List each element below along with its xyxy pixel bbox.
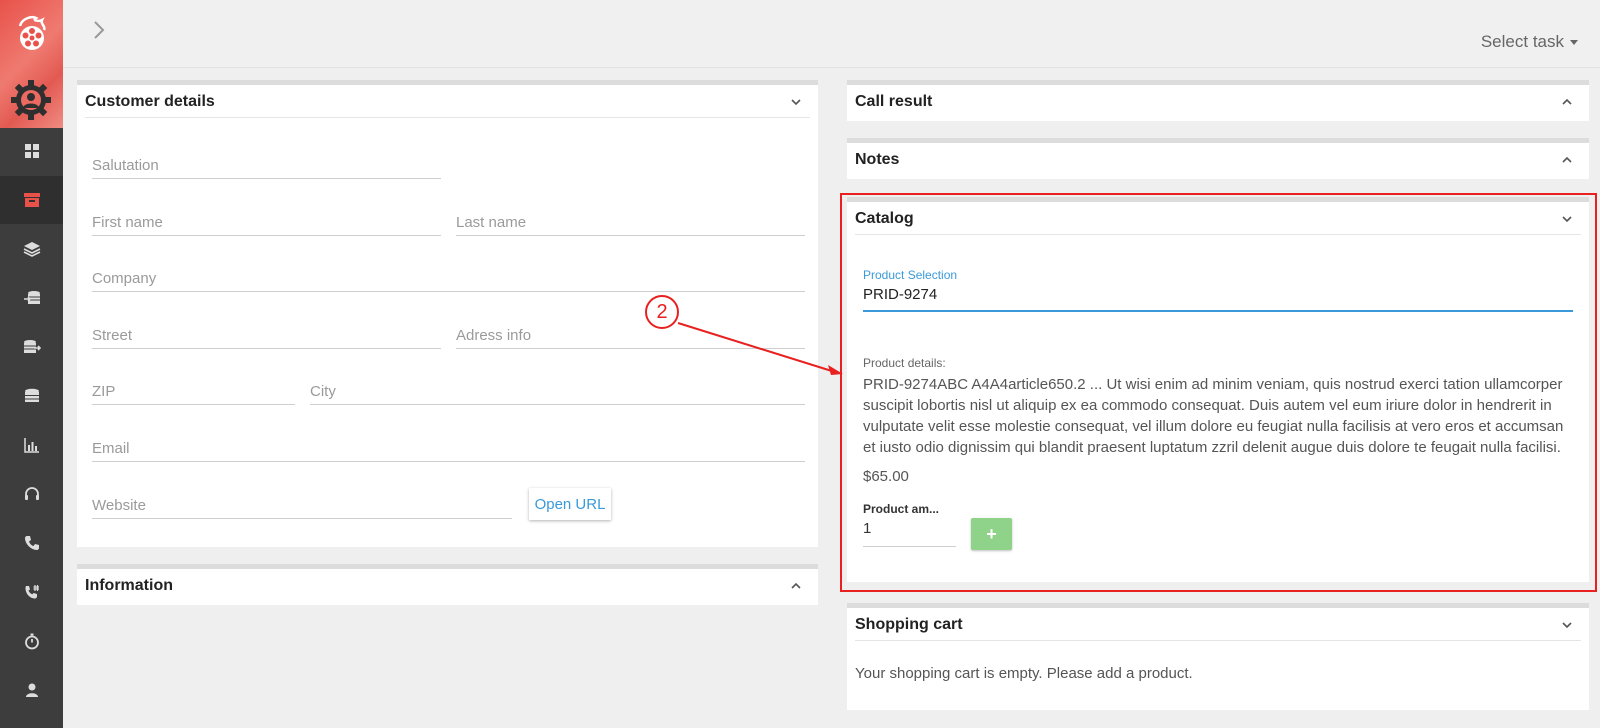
customer-details-header[interactable]: Customer details — [85, 85, 810, 118]
database-export-icon — [23, 340, 41, 353]
bar-chart-icon — [23, 438, 39, 453]
information-header[interactable]: Information — [85, 569, 810, 602]
nav-phone[interactable] — [0, 519, 63, 567]
chevron-right-icon[interactable] — [89, 18, 109, 42]
sidebar — [0, 0, 63, 728]
nav-layers[interactable] — [0, 225, 63, 273]
company-field[interactable] — [92, 258, 805, 292]
website-field[interactable] — [92, 485, 512, 519]
city-field[interactable] — [310, 371, 805, 405]
street-field[interactable] — [92, 315, 441, 349]
first-name-input[interactable] — [92, 214, 441, 231]
salutation-field[interactable] — [92, 145, 441, 179]
user-icon — [25, 683, 38, 697]
nav-dashboard[interactable] — [0, 127, 63, 175]
address-info-input[interactable] — [456, 327, 805, 344]
empty-cart-message: Your shopping cart is empty. Please add … — [855, 665, 1193, 682]
chevron-down-icon[interactable] — [1561, 619, 1573, 631]
call-result-panel: Call result — [847, 80, 1589, 121]
call-result-header[interactable]: Call result — [855, 85, 1581, 118]
nav-database-import[interactable] — [0, 274, 63, 322]
address-info-field[interactable] — [456, 315, 805, 349]
brand-logo — [0, 0, 63, 128]
website-input[interactable] — [92, 497, 512, 514]
street-input[interactable] — [92, 327, 441, 344]
panel-title: Customer details — [85, 93, 215, 110]
phone-dialpad-icon — [25, 585, 39, 599]
zip-field[interactable] — [92, 371, 295, 405]
highlight-box — [840, 193, 1597, 592]
customer-details-panel: Customer details Open URL — [77, 80, 818, 547]
salutation-input[interactable] — [92, 157, 441, 174]
stopwatch-icon — [24, 633, 39, 650]
nav-headset[interactable] — [0, 470, 63, 518]
panel-title: Shopping cart — [855, 616, 963, 633]
company-input[interactable] — [92, 270, 805, 287]
nav-stopwatch[interactable] — [0, 617, 63, 665]
last-name-input[interactable] — [456, 214, 805, 231]
shopping-cart-header[interactable]: Shopping cart — [855, 608, 1581, 641]
panel-title: Notes — [855, 151, 900, 168]
film-reel-logo-icon — [18, 16, 46, 50]
notes-header[interactable]: Notes — [855, 143, 1581, 176]
layers-icon — [23, 242, 40, 257]
panel-title: Information — [85, 577, 173, 594]
shopping-cart-panel: Shopping cart Your shopping cart is empt… — [847, 603, 1589, 710]
agent-gear-icon[interactable] — [9, 78, 53, 122]
notes-panel: Notes — [847, 138, 1589, 179]
select-task-dropdown[interactable]: Select task — [1481, 32, 1578, 52]
first-name-field[interactable] — [92, 202, 441, 236]
database-icon — [24, 388, 39, 402]
annotation-callout: 2 — [645, 295, 679, 329]
city-input[interactable] — [310, 383, 805, 400]
dashboard-icon — [24, 144, 39, 158]
chevron-down-icon[interactable] — [790, 96, 802, 108]
nav-phone-dialpad[interactable] — [0, 568, 63, 616]
chevron-up-icon[interactable] — [1561, 154, 1573, 166]
chevron-up-icon[interactable] — [790, 580, 802, 592]
headset-icon — [24, 487, 39, 500]
nav-database[interactable] — [0, 372, 63, 420]
open-url-button[interactable]: Open URL — [529, 488, 611, 520]
nav-reports[interactable] — [0, 421, 63, 469]
top-bar: Select task — [63, 0, 1600, 68]
caret-down-icon — [1570, 40, 1578, 46]
nav-database-export[interactable] — [0, 323, 63, 371]
panel-title: Call result — [855, 93, 933, 110]
nav-archive[interactable] — [0, 176, 63, 224]
archive-icon — [23, 193, 40, 207]
email-field[interactable] — [92, 428, 805, 462]
email-input[interactable] — [92, 440, 805, 457]
nav-user[interactable] — [0, 666, 63, 714]
select-task-label: Select task — [1480, 32, 1564, 51]
database-import-icon — [23, 291, 40, 304]
last-name-field[interactable] — [456, 202, 805, 236]
zip-input[interactable] — [92, 383, 295, 400]
chevron-up-icon[interactable] — [1561, 96, 1573, 108]
information-panel: Information — [77, 564, 818, 605]
phone-icon — [24, 536, 39, 550]
